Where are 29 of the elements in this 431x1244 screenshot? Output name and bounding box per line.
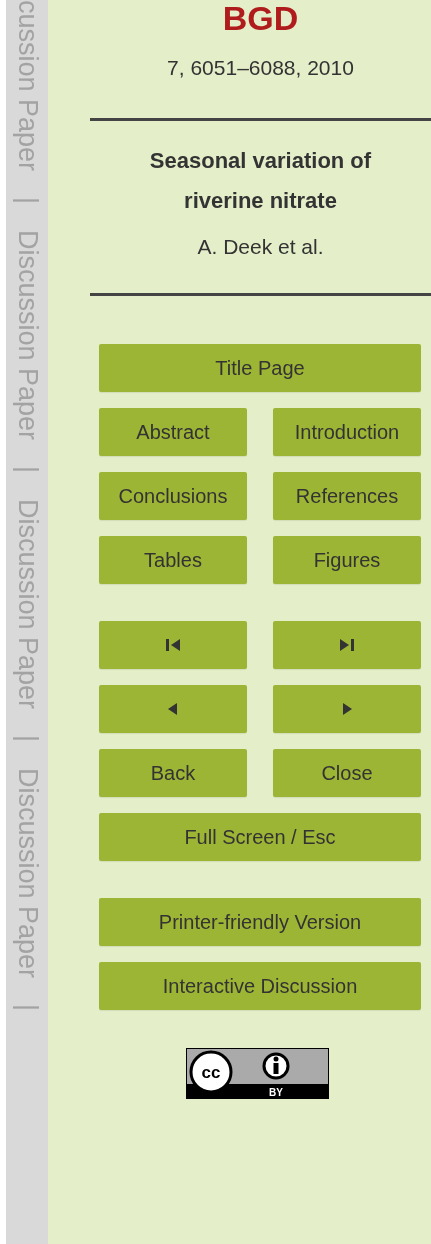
left-triangle-icon [166, 703, 180, 715]
nav-button[interactable]: Tables [99, 536, 247, 584]
nav-button[interactable]: Close [273, 749, 421, 797]
last-page-icon [340, 639, 354, 651]
nav-button[interactable]: Full Screen / Esc [99, 813, 421, 861]
citation: 7, 6051–6088, 2010 [167, 56, 354, 80]
license-badge: cc BY [186, 1048, 329, 1099]
nav-button[interactable]: Introduction [273, 408, 421, 456]
margin-label: | [13, 197, 41, 205]
margin-label: | [13, 1004, 41, 1012]
nav-button[interactable]: Conclusions [99, 472, 247, 520]
first-page-icon [166, 639, 180, 651]
nav-button[interactable]: Interactive Discussion [99, 962, 421, 1010]
first-button[interactable] [99, 621, 247, 669]
nav-button[interactable]: Printer-friendly Version [99, 898, 421, 946]
nav-button[interactable]: Back [99, 749, 247, 797]
margin-label: | [13, 735, 41, 743]
right-triangle-icon [340, 703, 354, 715]
nav-button[interactable]: References [273, 472, 421, 520]
nav-button[interactable]: Title Page [99, 344, 421, 392]
nav-button[interactable]: Figures [273, 536, 421, 584]
margin-label: | [13, 466, 41, 474]
paper-title: Seasonal variation of riverine nitrate [148, 147, 373, 215]
next-button[interactable] [273, 685, 421, 733]
journal-name: BGD [222, 0, 299, 36]
nav-button[interactable]: Abstract [99, 408, 247, 456]
authors: A. Deek et al. [197, 235, 324, 259]
previous-button[interactable] [99, 685, 247, 733]
last-button[interactable] [273, 621, 421, 669]
